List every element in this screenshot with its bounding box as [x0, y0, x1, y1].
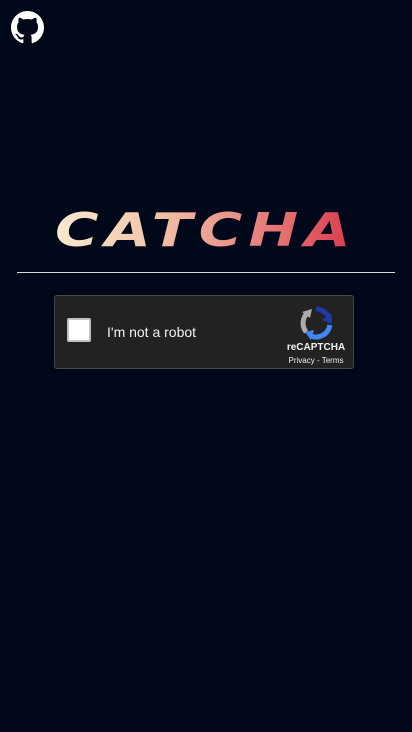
github-icon — [11, 11, 44, 44]
not-a-robot-checkbox[interactable] — [67, 318, 91, 342]
recaptcha-brand: reCAPTCHA — [286, 342, 346, 353]
checkbox-label: I'm not a robot — [107, 324, 197, 340]
catcha-logo: CATCHA — [0, 196, 412, 260]
divider — [17, 272, 395, 273]
recaptcha-widget: I'm not a robot reCAPTCHA Privacy - Term… — [54, 295, 354, 369]
page: CATCHA I'm not a robot reCAPTCHA Privacy… — [0, 0, 412, 732]
recaptcha-icon — [298, 305, 334, 341]
github-link[interactable] — [11, 11, 44, 44]
logo-text: CATCHA — [55, 203, 357, 257]
privacy-link[interactable]: Privacy — [289, 356, 315, 365]
recaptcha-links: Privacy - Terms — [276, 356, 356, 366]
terms-link[interactable]: Terms — [322, 356, 344, 365]
